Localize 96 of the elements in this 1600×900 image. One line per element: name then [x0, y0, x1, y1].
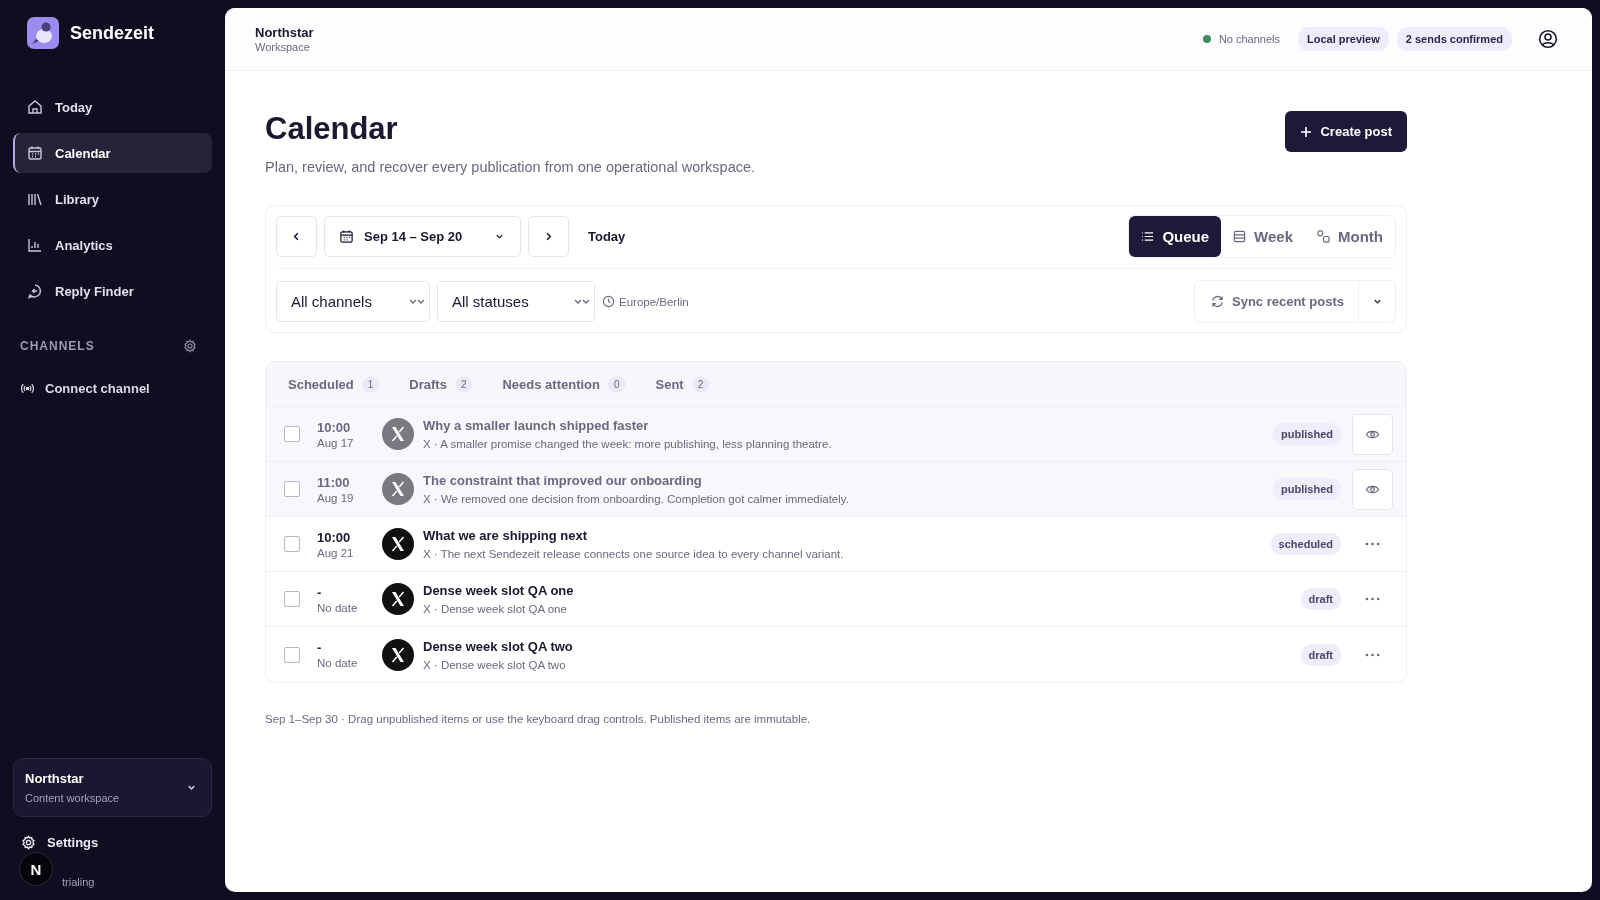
- status-badge: 2 sends confirmed: [1396, 27, 1512, 51]
- workspace-title: Northstar: [255, 25, 314, 40]
- workspace-type: Content workspace: [25, 792, 120, 804]
- post-time: 10:00: [317, 529, 352, 545]
- timezone-label: Europe/Berlin: [619, 295, 689, 308]
- more-icon: [1365, 542, 1380, 546]
- checkbox[interactable]: [284, 481, 300, 497]
- post-row[interactable]: 11:00 Aug 19 The constraint that improved our onboarding X · We removed one decision from onboarding. Completion got calmer immediately. published: [266, 462, 1406, 517]
- status-tab[interactable]: Scheduled 1: [288, 376, 380, 392]
- count-badge: 2: [454, 376, 473, 392]
- status-badge: Local preview: [1298, 27, 1389, 51]
- calendar-icon: [339, 229, 354, 244]
- workspace-label: Workspace: [255, 41, 311, 53]
- calendar-icon: [27, 145, 43, 161]
- checkbox[interactable]: [284, 536, 300, 552]
- settings-link[interactable]: Settings: [13, 835, 212, 850]
- settings-icon: [21, 835, 36, 850]
- post-title: Dense week slot QA one: [423, 583, 575, 598]
- plan-status: trialing: [62, 876, 95, 888]
- nav-item[interactable]: Today: [13, 87, 212, 127]
- post-time: -: [317, 640, 323, 655]
- post-title: The constraint that improved our onboarding: [423, 473, 703, 488]
- clock-icon: [602, 295, 615, 308]
- post-time: -: [317, 584, 323, 600]
- refresh-icon: [1211, 295, 1224, 308]
- logo-icon: [27, 17, 59, 49]
- post-date: No date: [317, 601, 359, 614]
- broadcast-icon: [20, 381, 35, 396]
- post-date: Aug 21: [317, 546, 355, 559]
- post-time: 10:00: [317, 419, 352, 435]
- bar-chart-icon: [27, 237, 43, 253]
- date-range-picker[interactable]: Sep 14 – Sep 20: [324, 216, 521, 257]
- user-icon[interactable]: [1538, 29, 1558, 49]
- post-preview: X · Dense week slot QA one: [423, 603, 568, 615]
- post-row[interactable]: 10:00 Aug 17 Why a smaller launch shipped faster X · A smaller promise changed the week: more publishing, less planning theatre. published: [266, 407, 1406, 462]
- status-badge: draft: [1300, 643, 1341, 666]
- post-preview: X · We removed one decision from onboarding. Completion got calmer immediately.: [423, 493, 850, 505]
- plus-icon: [1300, 125, 1313, 138]
- post-preview: X · The next Sendezeit release connects one source idea to every channel variant.: [423, 548, 845, 560]
- view-tab[interactable]: Queue: [1129, 216, 1222, 257]
- post-time: 11:00: [317, 474, 351, 490]
- nav-item[interactable]: Library: [13, 179, 212, 219]
- status-badge: published: [1273, 423, 1341, 445]
- home-icon: [27, 99, 43, 115]
- previous-button[interactable]: [276, 216, 317, 257]
- post-title: Dense week slot QA two: [423, 638, 574, 654]
- status-dot: [1202, 35, 1211, 43]
- post-preview: X · Dense week slot QA two: [423, 658, 567, 671]
- status-tab[interactable]: Needs attention 0: [502, 376, 626, 392]
- settings-icon[interactable]: [183, 339, 197, 353]
- checkbox[interactable]: [284, 646, 300, 663]
- status-badge: scheduled: [1270, 533, 1341, 555]
- page-title: Calendar: [265, 111, 399, 147]
- today-button[interactable]: Today: [576, 229, 638, 244]
- brand-name: Sendezeit: [70, 22, 155, 44]
- checkbox[interactable]: [284, 426, 300, 442]
- nav-item[interactable]: Calendar: [13, 133, 212, 173]
- workspace-name: Northstar: [25, 771, 85, 786]
- status-tab[interactable]: Sent 2: [655, 376, 710, 392]
- post-date: No date: [317, 657, 359, 669]
- section-heading: CHANNELS: [20, 339, 95, 353]
- count-badge: 2: [691, 376, 710, 392]
- count-badge: 1: [361, 376, 380, 392]
- more-icon: [1365, 597, 1380, 601]
- filter-dropdown[interactable]: All statuses: [437, 281, 595, 322]
- filter-dropdown[interactable]: All channels: [276, 281, 430, 322]
- page-subtitle: Plan, review, and recover every publication from one operational workspace.: [265, 159, 756, 175]
- nav-item[interactable]: Reply Finder: [13, 271, 212, 311]
- view-tab[interactable]: Month: [1305, 216, 1395, 257]
- footer-note: Sep 1–Sep 30 · Drag unpublished items or use the keyboard drag controls. Published items are immutable.: [265, 713, 812, 725]
- post-title: What we are shipping next: [423, 528, 588, 543]
- status-badge: draft: [1300, 588, 1341, 610]
- workspace-switcher[interactable]: Northstar Content workspace: [13, 758, 212, 817]
- squares-icon: [1317, 230, 1330, 243]
- post-date: Aug 17: [317, 436, 355, 449]
- reply-icon: [27, 283, 43, 299]
- preview-button[interactable]: [1352, 468, 1393, 510]
- rows-icon: [1233, 230, 1247, 243]
- books-icon: [27, 191, 43, 207]
- checkbox[interactable]: [284, 591, 300, 607]
- count-badge: 0: [607, 376, 626, 392]
- view-tab[interactable]: Week: [1221, 216, 1305, 257]
- avatar[interactable]: N: [19, 852, 53, 886]
- post-date: Aug 19: [317, 491, 355, 504]
- channel-status: No channels: [1218, 33, 1281, 45]
- nav-item[interactable]: Analytics: [13, 225, 212, 265]
- list-icon: [1141, 230, 1155, 243]
- more-icon: [1365, 652, 1380, 657]
- post-title: Why a smaller launch shipped faster: [423, 418, 650, 433]
- status-badge: published: [1273, 478, 1341, 500]
- preview-button[interactable]: [1352, 413, 1393, 455]
- create-post-button[interactable]: Create post: [1285, 111, 1407, 152]
- post-preview: X · A smaller promise changed the week: more publishing, less planning theatre.: [423, 438, 833, 450]
- connect-channel-link[interactable]: Connect channel: [13, 381, 212, 396]
- status-tab[interactable]: Drafts 2: [409, 376, 473, 392]
- next-button[interactable]: [528, 216, 569, 257]
